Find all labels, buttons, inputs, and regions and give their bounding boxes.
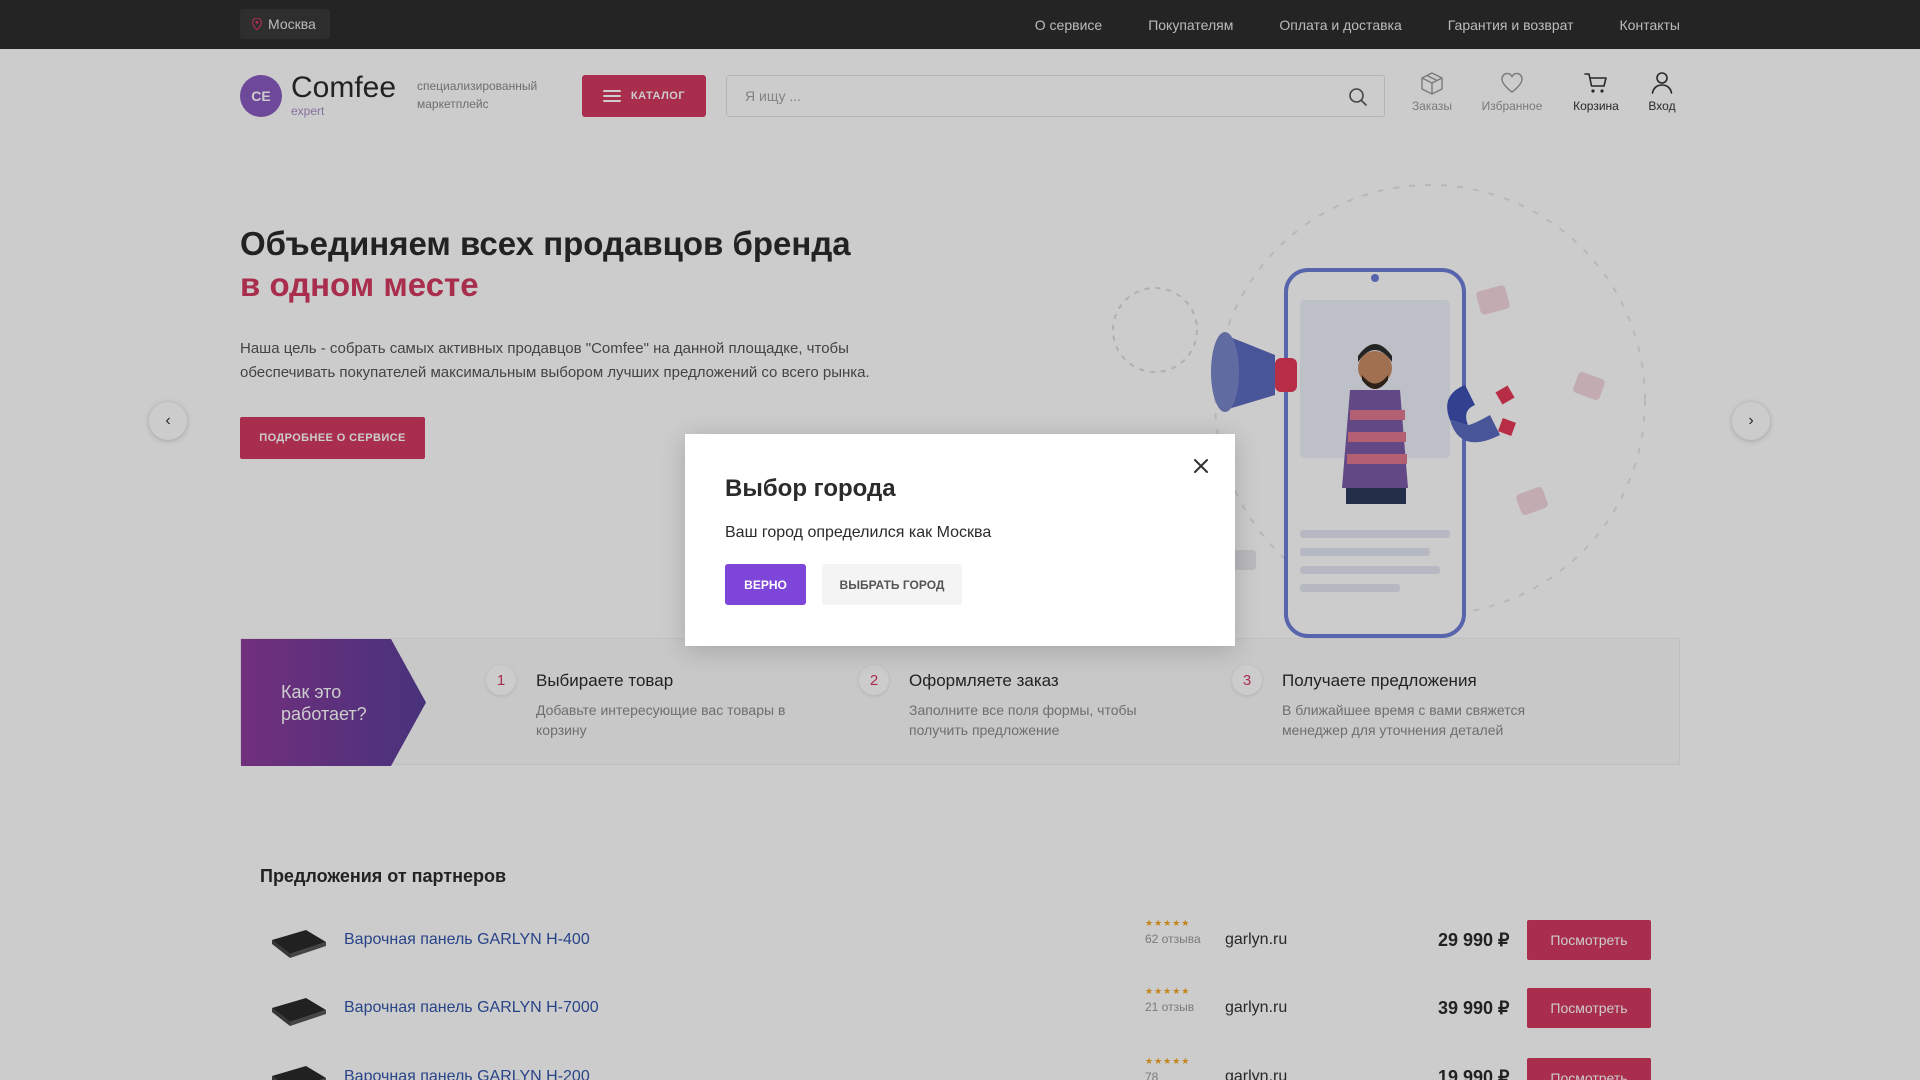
city-selection-modal: Выбор города Ваш город определился как М… xyxy=(685,434,1235,646)
modal-title: Выбор города xyxy=(725,475,896,502)
close-icon[interactable] xyxy=(1191,456,1211,476)
modal-message: Ваш город определился как Москва xyxy=(725,524,992,541)
choose-city-button[interactable]: ВЫБРАТЬ ГОРОД xyxy=(822,564,962,605)
confirm-city-button[interactable]: ВЕРНО xyxy=(725,564,806,605)
